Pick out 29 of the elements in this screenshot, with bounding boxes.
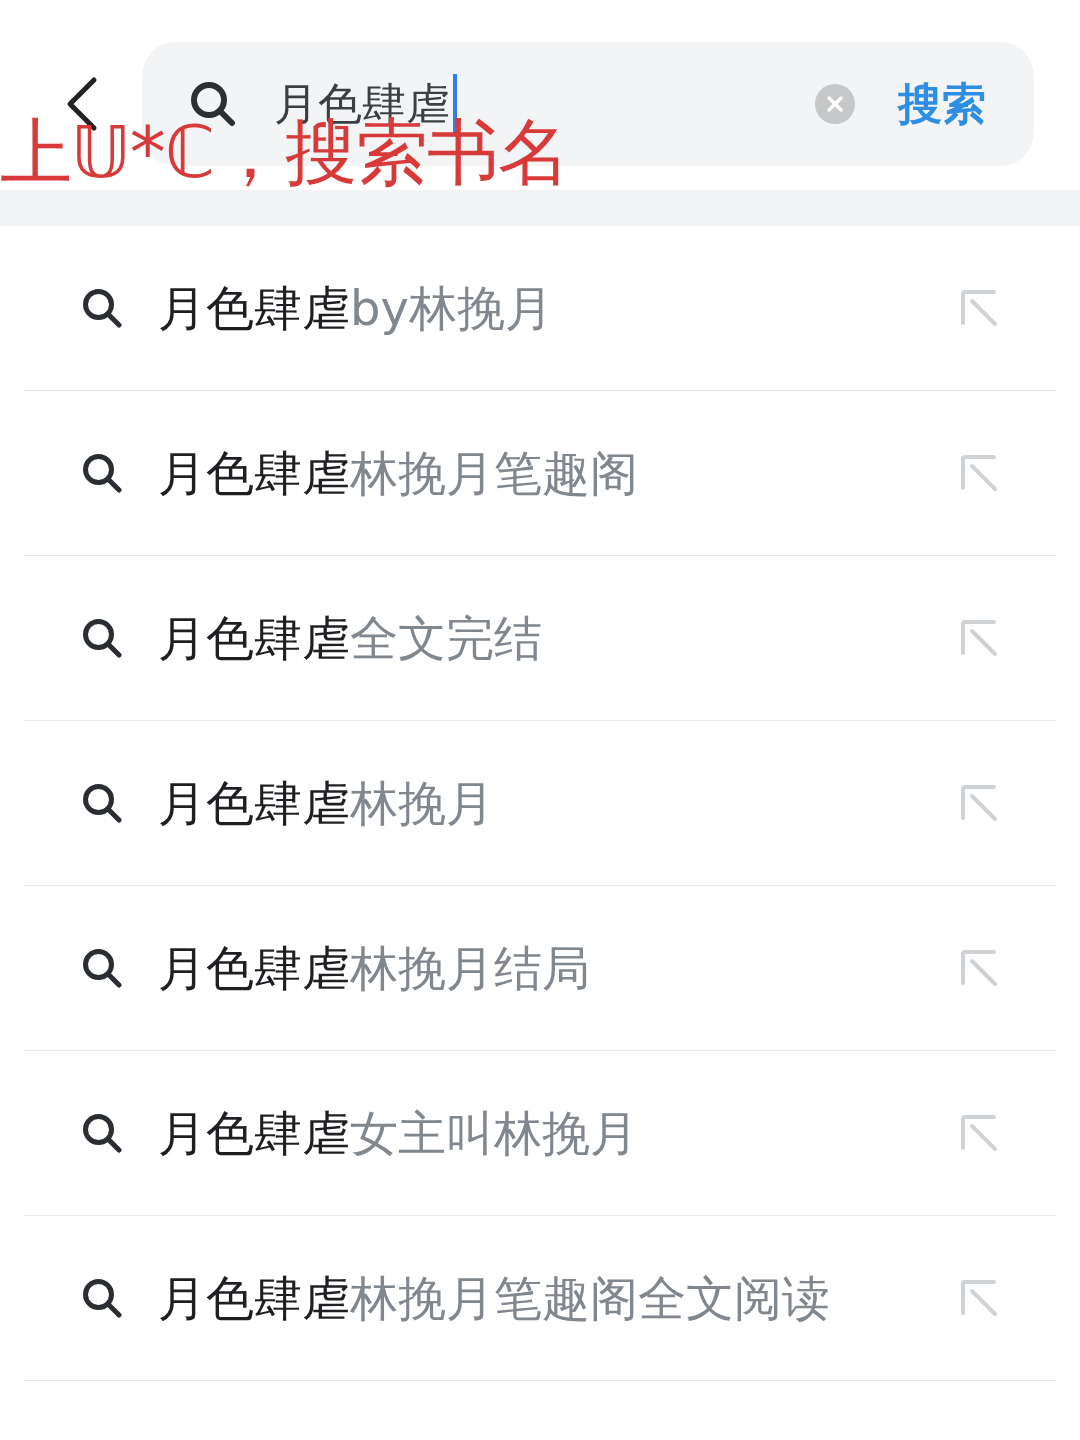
suggestion-item[interactable]: 月色肆虐林挽月结局 [24, 886, 1056, 1051]
search-icon [82, 618, 122, 658]
suggestion-text: 月色肆虐by林挽月 [158, 279, 553, 338]
search-icon [82, 453, 122, 493]
arrow-up-left-icon[interactable] [960, 619, 998, 657]
suggestion-text: 月色肆虐林挽月结局 [158, 939, 590, 998]
arrow-up-left-icon[interactable] [960, 454, 998, 492]
suggestion-item[interactable]: 月色肆虐全文完结 [24, 556, 1056, 721]
arrow-up-left-icon[interactable] [960, 784, 998, 822]
suggestion-item[interactable]: 月色肆虐by林挽月 [24, 226, 1056, 391]
suggestion-item[interactable]: 月色肆虐林挽月笔趣阁 [24, 391, 1056, 556]
arrow-up-left-icon[interactable] [960, 1279, 998, 1317]
arrow-up-left-icon[interactable] [960, 289, 998, 327]
suggestion-text: 月色肆虐全文完结 [158, 609, 542, 668]
arrow-up-left-icon[interactable] [960, 1114, 998, 1152]
suggestion-item[interactable]: 月色肆虐林挽月 [24, 721, 1056, 886]
suggestion-text: 月色肆虐林挽月 [158, 774, 494, 833]
search-icon [82, 783, 122, 823]
search-icon [82, 948, 122, 988]
search-icon [82, 1113, 122, 1153]
search-icon [82, 288, 122, 328]
search-icon [82, 1278, 122, 1318]
suggestion-item[interactable]: 月色肆虐林挽月笔趣阁全文阅读 [24, 1216, 1056, 1381]
arrow-up-left-icon[interactable] [960, 949, 998, 987]
suggestion-text: 月色肆虐女主叫林挽月 [158, 1104, 638, 1163]
suggestion-text: 月色肆虐林挽月笔趣阁 [158, 444, 638, 503]
suggestion-item[interactable]: 月色肆虐女主叫林挽月 [24, 1051, 1056, 1216]
suggestion-text: 月色肆虐林挽月笔趣阁全文阅读 [158, 1269, 830, 1328]
clear-icon[interactable] [815, 84, 855, 124]
